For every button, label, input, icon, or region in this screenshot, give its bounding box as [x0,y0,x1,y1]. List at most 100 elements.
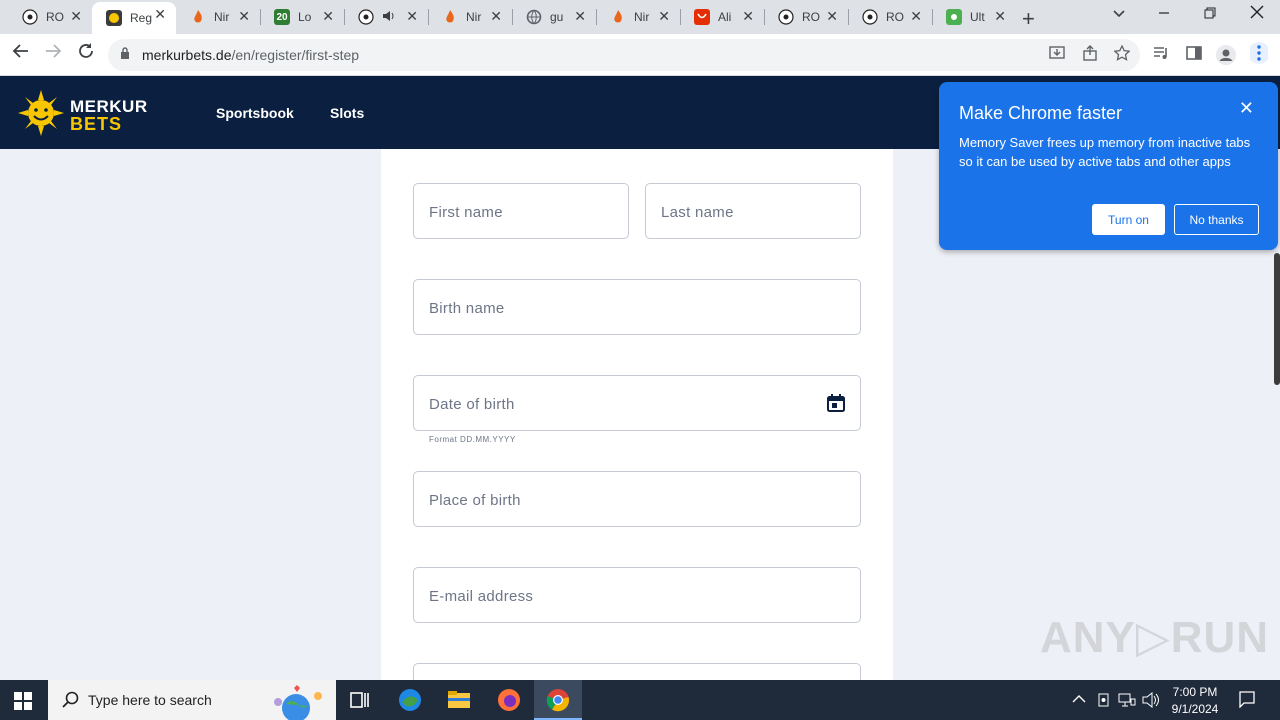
back-arrow-icon[interactable] [12,42,30,65]
browser-tab-active[interactable]: Reg ✕ [92,2,176,34]
first-name-placeholder: First name [429,204,503,221]
tab-label: Reg [130,11,152,25]
ult-icon [946,9,962,25]
task-view-icon[interactable] [348,688,372,712]
tab-search-icon[interactable] [1112,6,1126,23]
no-thanks-button[interactable]: No thanks [1174,204,1259,235]
chrome-taskbar-active[interactable] [534,680,582,720]
tray-chevron-icon[interactable] [1072,692,1086,707]
browser-tab[interactable]: gu ✕ [512,4,596,30]
taskbar-clock[interactable]: 7:00 PM 9/1/2024 [1166,684,1224,718]
browser-tab[interactable]: RO ✕ [764,4,848,30]
tab-label: Ali [718,10,732,24]
browser-toolbar: merkurbets.de/en/register/first-step [0,34,1280,76]
popup-body: Memory Saver frees up memory from inacti… [959,135,1251,169]
flame-icon [442,9,458,25]
calendar-icon[interactable] [826,393,846,413]
share-icon[interactable] [1082,45,1098,66]
firefox-icon[interactable] [497,688,521,712]
browser-tab[interactable]: 20 Lo ✕ [260,4,344,30]
browser-tab[interactable]: ✕ [344,4,428,30]
popup-close-icon[interactable]: ✕ [1239,98,1254,119]
lock-icon[interactable] [120,46,130,59]
browser-tab[interactable]: Ult ✕ [932,4,1016,30]
new-tab-button[interactable]: + [1022,6,1035,32]
notification-icon[interactable] [1238,690,1256,711]
tab-label: Nir [634,10,650,24]
windows-start-icon[interactable] [14,692,32,710]
tab-close-icon[interactable]: ✕ [742,8,754,25]
tray-device-icon[interactable] [1096,692,1112,711]
nav-link-sportsbook[interactable]: Sportsbook [216,105,294,121]
tab-close-icon[interactable]: ✕ [154,6,166,23]
search-icon [62,691,80,714]
aliexpress-icon [694,9,710,25]
url-text[interactable]: merkurbets.de/en/register/first-step [142,47,359,63]
soccer-ball-icon [358,9,374,25]
network-icon[interactable] [1118,692,1136,711]
soccer-ball-icon [862,9,878,25]
search-highlights-icon[interactable] [260,682,330,720]
tab-close-icon[interactable]: ✕ [910,8,922,25]
media-control-icon[interactable] [1153,45,1169,66]
browser-tab[interactable]: Nir ✕ [428,4,512,30]
tab-label: RO [46,10,64,24]
tab-label: RO [802,10,820,24]
merkur-sun-logo[interactable] [18,90,64,136]
first-name-field[interactable]: First name [413,183,629,239]
restore-icon[interactable] [1204,6,1216,23]
logo-text-bets[interactable]: BETS [70,114,122,135]
windows-taskbar: Type here to search 7:00 PM 9/1/2024 [0,680,1280,720]
file-explorer-icon[interactable] [447,688,471,712]
email-field[interactable]: E-mail address [413,567,861,623]
profile-avatar-icon[interactable] [1216,45,1236,70]
tab-close-icon[interactable]: ✕ [406,8,418,25]
browser-tab[interactable]: Nir ✕ [596,4,680,30]
memory-saver-popup: Make Chrome faster ✕ Memory Saver frees … [939,82,1278,250]
close-window-icon[interactable] [1250,5,1264,23]
side-panel-icon[interactable] [1186,45,1202,66]
url-host: merkurbets.de [142,47,232,63]
next-field-partial[interactable] [413,663,861,680]
browser-tab[interactable]: RO ✕ [8,4,92,30]
page-scrollbar[interactable] [1274,253,1280,385]
edge-icon[interactable] [398,688,422,712]
tab-label: Nir [466,10,482,24]
browser-tab[interactable]: RO ✕ [848,4,932,30]
volume-icon[interactable] [1142,691,1160,711]
tab-close-icon[interactable]: ✕ [658,8,670,25]
forward-arrow-icon[interactable] [44,42,62,65]
nav-link-slots[interactable]: Slots [330,105,364,121]
minimize-icon[interactable] [1158,6,1170,23]
tab-label: Ult [970,10,985,24]
tab-close-icon[interactable]: ✕ [574,8,586,25]
last-name-placeholder: Last name [661,204,734,221]
tab-close-icon[interactable]: ✕ [238,8,250,25]
date-of-birth-field[interactable]: Date of birth [413,375,861,431]
address-bar[interactable]: merkurbets.de/en/register/first-step [108,39,1140,71]
last-name-field[interactable]: Last name [645,183,861,239]
flame-icon [610,9,626,25]
taskbar-search[interactable]: Type here to search [48,680,336,720]
place-of-birth-field[interactable]: Place of birth [413,471,861,527]
email-placeholder: E-mail address [429,588,534,605]
tab-close-icon[interactable]: ✕ [322,8,334,25]
speaker-icon[interactable] [382,10,404,25]
tab-close-icon[interactable]: ✕ [826,8,838,25]
bookmark-star-icon[interactable] [1113,44,1131,66]
install-app-icon[interactable] [1049,45,1065,66]
browser-tab[interactable]: Nir ✕ [176,4,260,30]
birth-name-field[interactable]: Birth name [413,279,861,335]
clock-time: 7:00 PM [1172,685,1218,699]
flame-icon [190,9,206,25]
registration-form: First name Last name Birth name Date of … [381,149,893,680]
tab-close-icon[interactable]: ✕ [994,8,1006,25]
browser-tab[interactable]: Ali ✕ [680,4,764,30]
soccer-ball-icon [22,9,38,25]
chrome-menu-icon[interactable] [1248,40,1270,71]
tab-close-icon[interactable]: ✕ [490,8,502,25]
tab-close-icon[interactable]: ✕ [70,8,82,25]
tab-label: RO [886,10,904,24]
turn-on-button[interactable]: Turn on [1092,204,1165,235]
reload-icon[interactable] [77,42,95,65]
